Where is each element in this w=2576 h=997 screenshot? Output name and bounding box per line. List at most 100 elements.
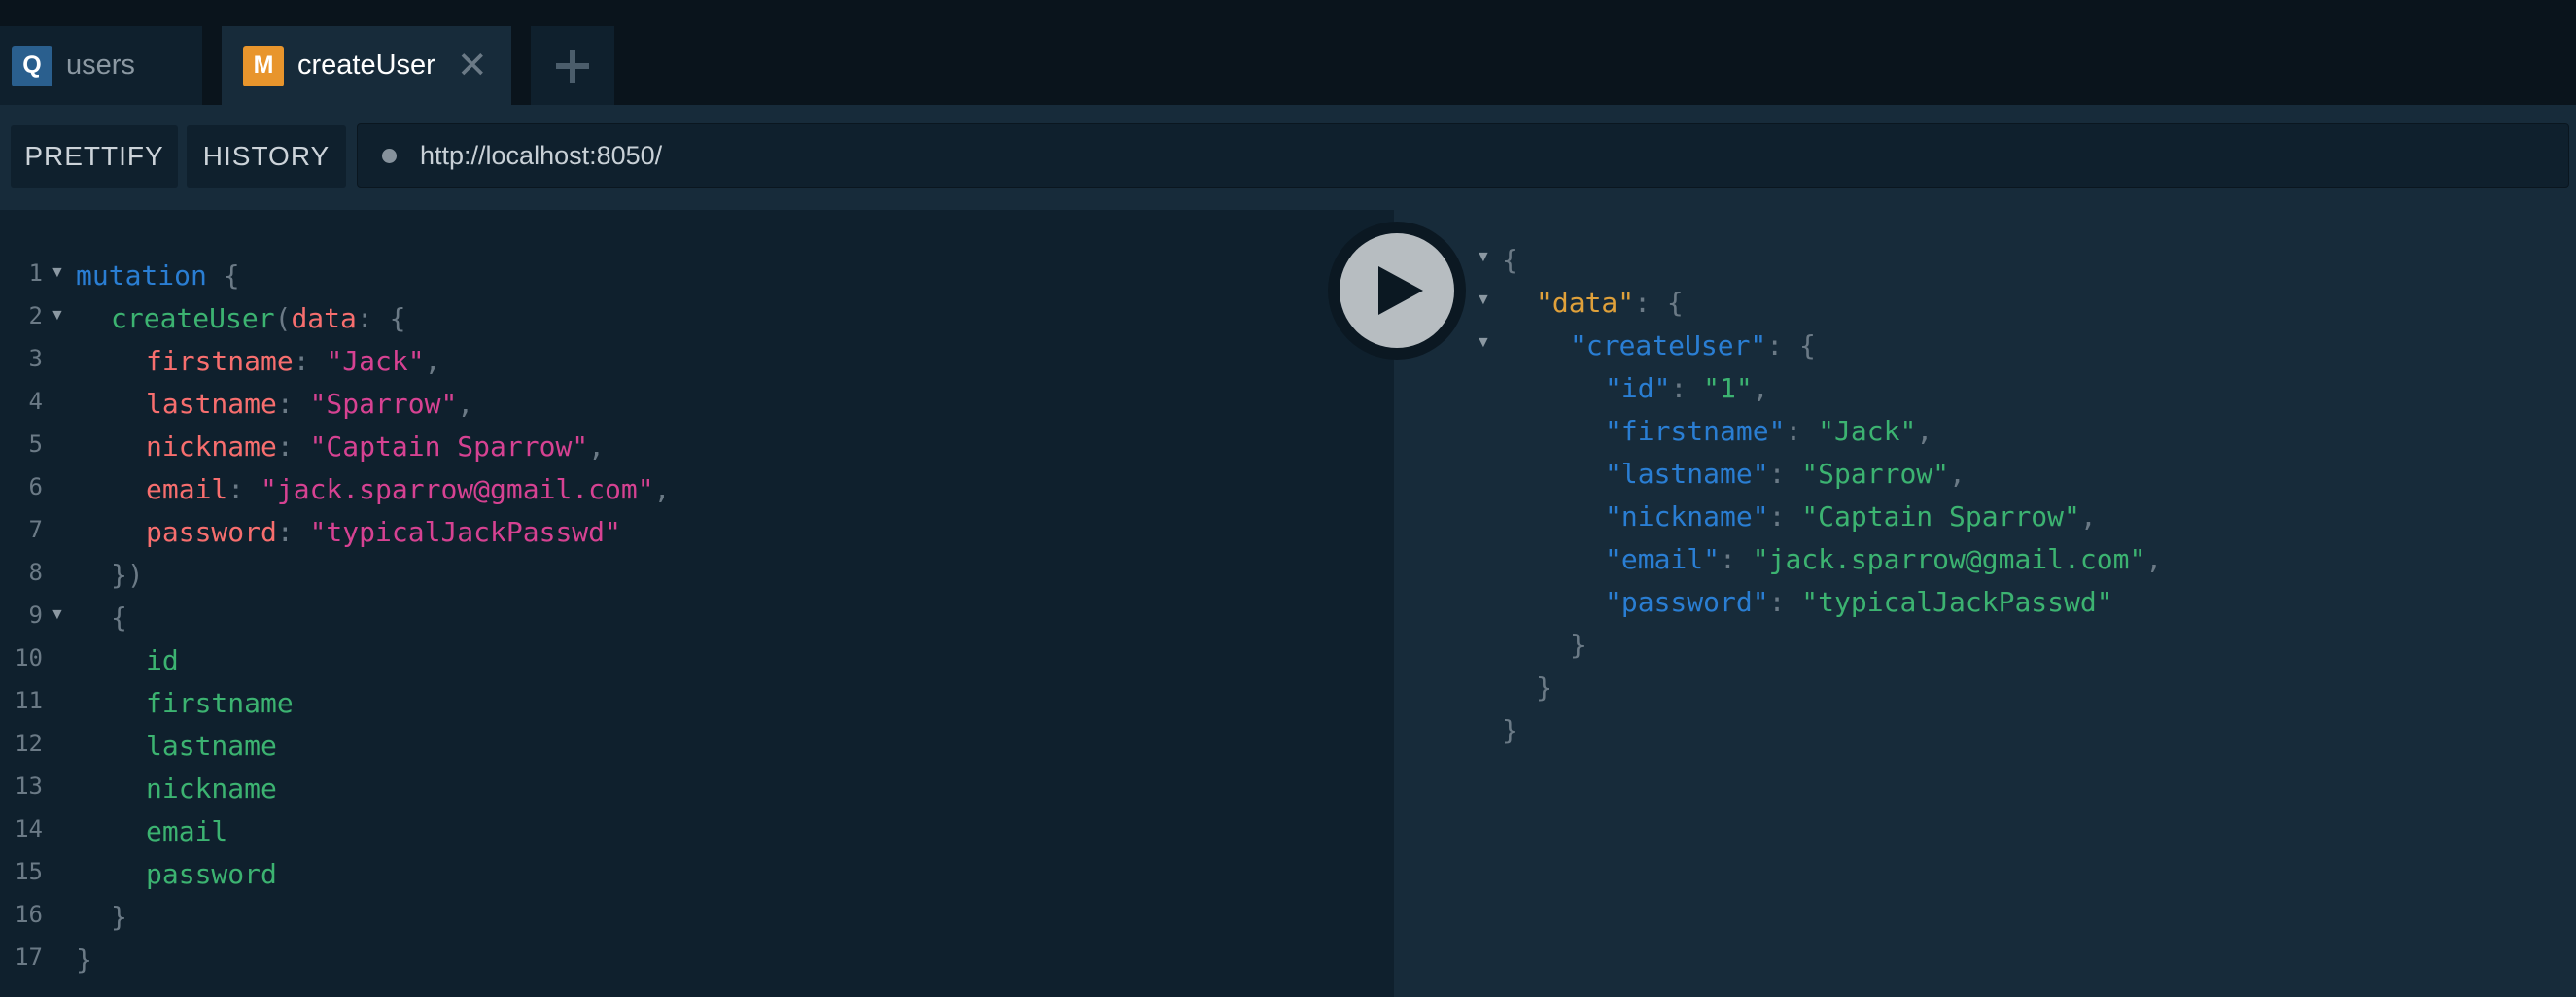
result-value: "Jack" bbox=[1818, 415, 1917, 447]
arg: nickname bbox=[146, 430, 277, 463]
play-icon bbox=[1378, 266, 1423, 315]
query-badge: Q bbox=[12, 45, 52, 86]
line-number: 14 bbox=[15, 815, 43, 842]
code-line: password bbox=[146, 858, 277, 890]
fold-arrow-icon[interactable]: ▼ bbox=[1476, 279, 1491, 322]
arg: data bbox=[291, 302, 357, 334]
punct: : bbox=[1634, 287, 1652, 319]
fold-arrow-icon[interactable]: ▼ bbox=[1476, 322, 1491, 364]
result-line: } bbox=[1570, 629, 1586, 661]
string: "jack.sparrow@gmail.com" bbox=[261, 473, 654, 505]
result-line: } bbox=[1502, 714, 1518, 746]
arg: email bbox=[146, 473, 228, 505]
result-key: "createUser" bbox=[1570, 329, 1767, 361]
line-number: 4 bbox=[28, 388, 43, 415]
punct: : bbox=[276, 388, 294, 420]
punct: , bbox=[2079, 500, 2097, 533]
line-number: 9 bbox=[28, 602, 43, 629]
punct: : bbox=[276, 516, 294, 548]
punct: , bbox=[1752, 372, 1769, 404]
punct: : bbox=[1768, 500, 1786, 533]
result-value: "Sparrow" bbox=[1801, 458, 1950, 490]
endpoint-input[interactable] bbox=[418, 139, 2463, 172]
code-line: email: "jack.sparrow@gmail.com", bbox=[146, 468, 670, 511]
close-icon[interactable]: ✕ bbox=[457, 48, 488, 85]
arg: lastname bbox=[146, 388, 277, 420]
punct: : bbox=[356, 302, 373, 334]
code-line: mutation { bbox=[76, 255, 240, 297]
string: "Captain Sparrow" bbox=[309, 430, 589, 463]
line-number: 12 bbox=[15, 730, 43, 757]
line-number: 16 bbox=[15, 901, 43, 928]
punct: , bbox=[457, 388, 474, 420]
fold-arrow-icon[interactable]: ▼ bbox=[1476, 236, 1491, 279]
string: "Sparrow" bbox=[309, 388, 458, 420]
punct: ( bbox=[274, 302, 292, 334]
tab-title: createUser bbox=[297, 50, 435, 81]
execute-button-face bbox=[1340, 233, 1454, 348]
code-line: lastname bbox=[146, 730, 277, 762]
line-number: 11 bbox=[15, 687, 43, 714]
result-line: "password": "typicalJackPasswd" bbox=[1605, 581, 2113, 624]
add-tab-button[interactable] bbox=[531, 26, 614, 105]
code-line: } bbox=[111, 901, 127, 933]
line-number: 15 bbox=[15, 858, 43, 885]
tab-title: users bbox=[66, 50, 135, 81]
code-line: id bbox=[146, 644, 179, 676]
result-line: "data": { bbox=[1536, 282, 1684, 325]
history-button[interactable]: HISTORY bbox=[187, 125, 346, 188]
mutation-badge: M bbox=[243, 45, 284, 86]
tab-createuser[interactable]: M createUser ✕ bbox=[222, 26, 511, 105]
tab-users[interactable]: Q users bbox=[0, 26, 202, 105]
result-key: "nickname" bbox=[1605, 500, 1769, 533]
result-line: "email": "jack.sparrow@gmail.com", bbox=[1605, 538, 2162, 581]
code-line: { bbox=[111, 602, 127, 634]
punct: { bbox=[389, 302, 406, 334]
result-viewer: ▼ ▼ ▼ { "data": { "createUser": { "id": … bbox=[1394, 210, 2576, 997]
fold-arrow-icon[interactable]: ▼ bbox=[50, 294, 65, 337]
punct: , bbox=[424, 345, 441, 377]
line-number: 8 bbox=[28, 559, 43, 586]
result-line: "id": "1", bbox=[1605, 367, 1769, 410]
result-key: "firstname" bbox=[1605, 415, 1786, 447]
punct: : bbox=[1768, 586, 1786, 618]
result-key: "data" bbox=[1536, 287, 1635, 319]
code-line: nickname: "Captain Sparrow", bbox=[146, 426, 605, 468]
code-line: firstname: "Jack", bbox=[146, 340, 440, 383]
line-number: 10 bbox=[15, 644, 43, 671]
fold-arrow-icon[interactable]: ▼ bbox=[50, 594, 65, 636]
code-line: } bbox=[76, 944, 92, 976]
code-line: email bbox=[146, 815, 228, 847]
punct: , bbox=[1949, 458, 1966, 490]
prettify-button[interactable]: PRETTIFY bbox=[11, 125, 178, 188]
result-line: { bbox=[1502, 244, 1518, 276]
punct: : bbox=[1766, 329, 1784, 361]
code-line: password: "typicalJackPasswd" bbox=[146, 511, 621, 554]
punct: , bbox=[1916, 415, 1933, 447]
code-line: lastname: "Sparrow", bbox=[146, 383, 473, 426]
result-line: "lastname": "Sparrow", bbox=[1605, 453, 1966, 496]
query-editor[interactable]: 1 2 3 4 5 6 7 8 9 10 11 12 13 14 15 16 1… bbox=[0, 210, 1394, 997]
punct: : bbox=[1768, 458, 1786, 490]
result-key: "lastname" bbox=[1605, 458, 1769, 490]
punct: { bbox=[1666, 287, 1684, 319]
line-number: 3 bbox=[28, 345, 43, 372]
code-line: firstname bbox=[146, 687, 294, 719]
graphql-playground: Q users M createUser ✕ PRETTIFY HISTORY … bbox=[0, 0, 2576, 997]
execute-query-button[interactable] bbox=[1328, 222, 1466, 360]
arg: password bbox=[146, 516, 277, 548]
line-number: 6 bbox=[28, 473, 43, 500]
punct: , bbox=[2145, 543, 2163, 575]
result-line: "createUser": { bbox=[1570, 325, 1816, 367]
fold-arrow-icon[interactable]: ▼ bbox=[50, 252, 65, 294]
result-value: "typicalJackPasswd" bbox=[1801, 586, 2113, 618]
punct: : bbox=[293, 345, 310, 377]
punct: : bbox=[276, 430, 294, 463]
line-number: 5 bbox=[28, 430, 43, 458]
status-dot-icon bbox=[382, 148, 397, 163]
punct: { bbox=[1799, 329, 1816, 361]
result-key: "email" bbox=[1605, 543, 1721, 575]
code-line: nickname bbox=[146, 773, 277, 805]
result-key: "password" bbox=[1605, 586, 1769, 618]
result-value: "Captain Sparrow" bbox=[1801, 500, 2080, 533]
